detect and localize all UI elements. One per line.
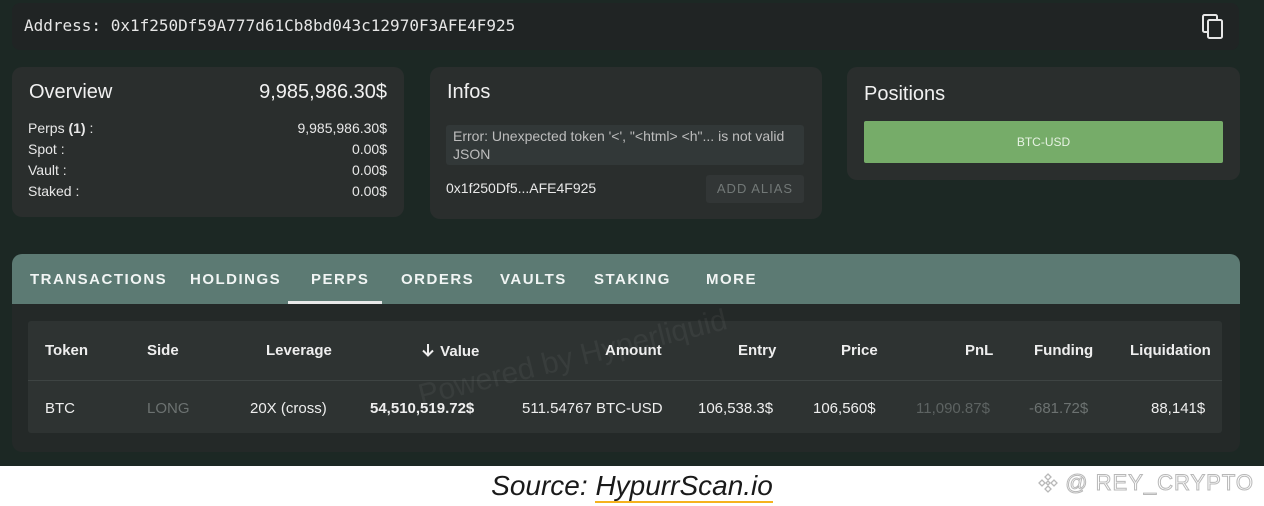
brand-text: @ REY_CRYPTO [1065, 470, 1254, 496]
overview-row-spot: Spot : 0.00$ [28, 141, 387, 157]
tab-vaults[interactable]: VAULTS [500, 271, 567, 288]
cell-liquidation: 88,141$ [1151, 400, 1206, 417]
cell-amount: 511.54767 BTC-USD [522, 400, 663, 417]
source-link[interactable]: HypurrScan.io [595, 470, 773, 503]
active-tab-indicator [288, 301, 382, 304]
tab-staking[interactable]: STAKING [594, 271, 671, 288]
column-header-entry[interactable]: Entry [738, 342, 776, 359]
cell-side: LONG [147, 400, 190, 417]
cell-entry: 106,538.3$ [698, 400, 774, 417]
overview-card: Overview 9,985,986.30$ Perps (1) : 9,985… [12, 67, 404, 217]
cell-token: BTC [45, 400, 75, 417]
overview-title: Overview [29, 81, 113, 103]
overview-total: 9,985,986.30$ [259, 81, 387, 103]
tab-holdings[interactable]: HOLDINGS [190, 271, 281, 288]
header-divider [28, 380, 1222, 381]
overview-row-label: Vault : [28, 162, 67, 178]
column-header-value[interactable]: Value [420, 342, 479, 360]
copy-icon[interactable] [1201, 14, 1225, 40]
overview-row-value: 0.00$ [351, 141, 387, 157]
column-header-funding[interactable]: Funding [1034, 342, 1093, 359]
cell-funding: -681.72$ [1029, 400, 1089, 417]
tab-perps[interactable]: PERPS [311, 271, 369, 288]
column-header-side[interactable]: Side [147, 342, 179, 359]
cell-price: 106,560$ [813, 400, 876, 417]
overview-row-label: Staked : [28, 183, 80, 199]
overview-row-value: 0.00$ [351, 162, 387, 178]
source-prefix: Source: [491, 470, 596, 501]
positions-title: Positions [864, 83, 946, 105]
column-header-liquidation[interactable]: Liquidation [1130, 342, 1211, 359]
tab-bar: TRANSACTIONS HOLDINGS PERPS ORDERS VAULT… [12, 254, 1240, 304]
column-header-price[interactable]: Price [841, 342, 878, 359]
app-background: Address: 0x1f250Df59A777d61Cb8bd043c1297… [0, 0, 1264, 466]
column-header-leverage[interactable]: Leverage [266, 342, 332, 359]
infos-title: Infos [447, 81, 491, 103]
overview-row-vault: Vault : 0.00$ [28, 162, 387, 178]
column-header-pnl[interactable]: PnL [965, 342, 993, 359]
error-message: Error: Unexpected token '<', "<html> <h"… [446, 125, 804, 165]
add-alias-button[interactable]: ADD ALIAS [706, 175, 804, 203]
cell-leverage: 20X (cross) [250, 400, 327, 417]
binance-logo-icon [1038, 473, 1058, 493]
tab-transactions[interactable]: TRANSACTIONS [30, 271, 167, 288]
address-value: 0x1f250Df59A777d61Cb8bd043c12970F3AFE4F9… [110, 16, 516, 35]
overview-row-perps: Perps (1) : 9,985,986.30$ [28, 120, 387, 136]
overview-row-count: (1) [68, 120, 86, 136]
address-bar: Address: 0x1f250Df59A777d61Cb8bd043c1297… [12, 3, 1239, 50]
tab-orders[interactable]: ORDERS [401, 271, 474, 288]
overview-row-staked: Staked : 0.00$ [28, 183, 387, 199]
overview-row-value: 0.00$ [351, 183, 387, 199]
arrow-down-icon [422, 344, 434, 357]
cell-pnl: 11,090.87$ [916, 400, 990, 417]
positions-card: Positions BTC-USD [847, 67, 1240, 180]
position-btc-usd[interactable]: BTC-USD [864, 121, 1223, 163]
address-label: Address: [24, 16, 102, 35]
infos-card: Infos Error: Unexpected token '<', "<htm… [430, 67, 822, 219]
overview-row-value: 9,985,986.30$ [297, 120, 387, 136]
short-address: 0x1f250Df5...AFE4F925 [446, 180, 597, 196]
column-header-token[interactable]: Token [45, 342, 88, 359]
overview-row-label: Perps [28, 120, 65, 136]
brand-watermark: @ REY_CRYPTO [1038, 470, 1254, 496]
address-text: Address: 0x1f250Df59A777d61Cb8bd043c1297… [24, 16, 515, 35]
tab-more[interactable]: MORE [706, 271, 757, 288]
overview-row-label: Spot : [28, 141, 65, 157]
